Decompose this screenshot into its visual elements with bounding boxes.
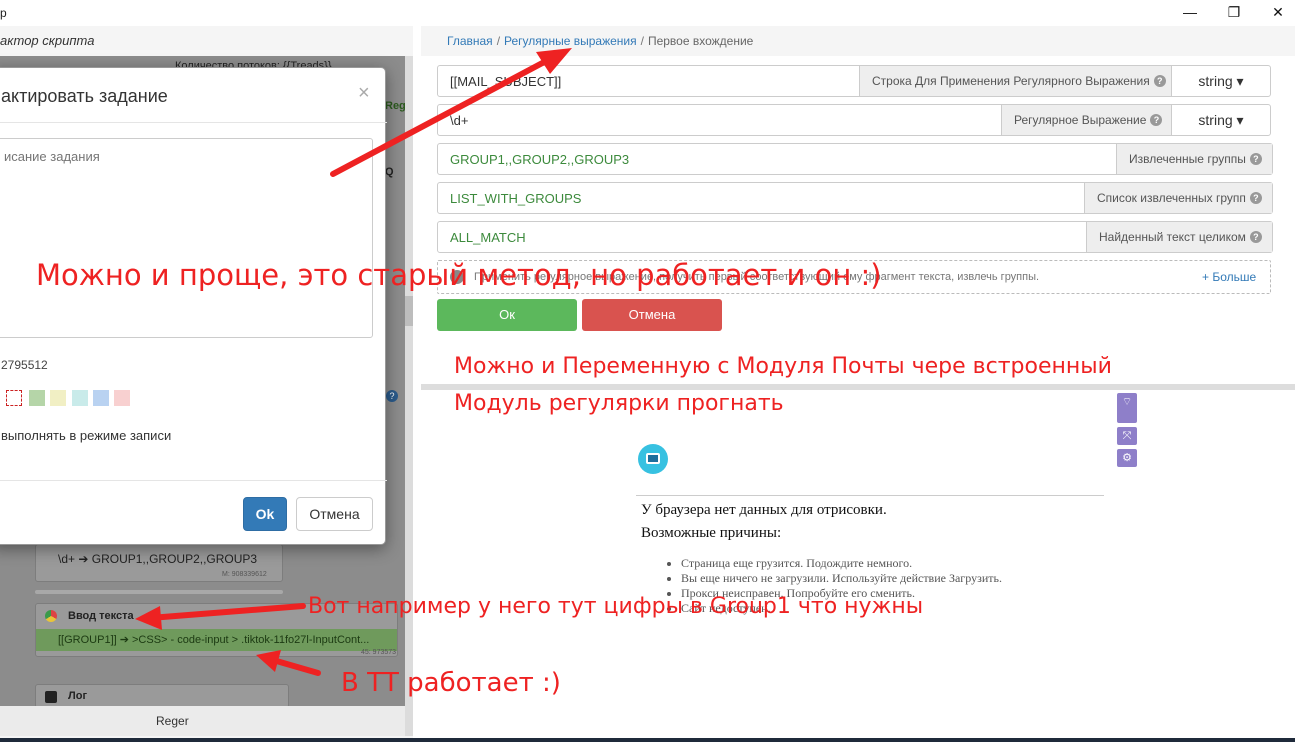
modal-cancel-button[interactable]: Отмена: [296, 497, 373, 531]
log-node-title: Лог: [68, 690, 88, 702]
color-swatch-cyan[interactable]: [72, 390, 88, 406]
help-icon[interactable]: ?: [1153, 75, 1166, 87]
color-swatch-green[interactable]: [29, 390, 45, 406]
action-settings-panel: Главная / Регулярные выражения / Первое вхож…: [421, 26, 1295, 742]
regex-value[interactable]: \d+: [450, 113, 468, 128]
reasons-title: Возможные причины:: [641, 525, 782, 541]
list-item: Страница еще грузится. Подождите немного…: [681, 556, 1002, 571]
input-string-value[interactable]: [[MAIL_SUBJECT]]: [450, 74, 561, 89]
help-icon[interactable]: ?: [1150, 114, 1163, 126]
groups-list-value[interactable]: LIST_WITH_GROUPS: [450, 191, 581, 206]
color-swatch-none[interactable]: [6, 390, 22, 406]
color-swatch-blue[interactable]: [93, 390, 109, 406]
bottom-reger-label: Reger: [156, 714, 189, 728]
log-node[interactable]: Лог: [35, 684, 289, 708]
regex-row[interactable]: \d+ Регулярное Выражение? string ▾: [437, 104, 1271, 136]
editor-bottom-bar: Reger: [0, 706, 405, 736]
all-match-label: Найденный текст целиком?: [1086, 222, 1272, 252]
bg-help-icon[interactable]: ?: [386, 390, 398, 402]
wifi-icon[interactable]: ⌔: [1117, 393, 1137, 423]
all-match-row[interactable]: ALL_MATCH Найденный текст целиком?: [437, 221, 1273, 253]
help-icon[interactable]: ?: [1249, 192, 1262, 204]
action-cancel-button[interactable]: Отмена: [582, 299, 722, 331]
modal-title: актировать задание: [1, 86, 168, 106]
record-mode-label[interactable]: выполнять в режиме записи: [1, 428, 171, 443]
bg-reg-label: Reg: [385, 100, 406, 112]
left-scrollbar[interactable]: [405, 56, 413, 736]
script-editor-caption: актор скрипта: [0, 33, 95, 48]
modal-ok-button[interactable]: Ok: [243, 497, 287, 531]
groups-value[interactable]: GROUP1,,GROUP2,,GROUP3: [450, 152, 629, 167]
breadcrumb-current: Первое вхождение: [647, 34, 754, 48]
maximize-button[interactable]: ❐: [1219, 3, 1249, 23]
modal-footer-divider: [0, 480, 387, 481]
regex-node-text: \d+ ➔ GROUP1,,GROUP2,,GROUP3: [58, 552, 258, 566]
modal-header-divider: [0, 122, 387, 123]
text-input-node-body: [[GROUP1]] ➔ >CSS> - code-input > .tikto…: [36, 629, 397, 651]
help-icon[interactable]: ?: [1249, 153, 1262, 165]
window-titlebar: р — ❐ ✕: [0, 0, 1295, 26]
panel-divider[interactable]: [421, 384, 1295, 390]
browser-logo-icon: [638, 444, 668, 474]
action-ok-button[interactable]: Ок: [437, 299, 577, 331]
groups-list-row[interactable]: LIST_WITH_GROUPS Список извлеченных груп…: [437, 182, 1273, 214]
list-item: Вы еще ничего не загрузили. Используйте …: [681, 571, 1002, 586]
regex-node[interactable]: \d+ ➔ GROUP1,,GROUP2,,GROUP3 М: 90833961…: [35, 544, 283, 582]
help-icon[interactable]: ?: [1249, 231, 1262, 243]
chrome-icon: [45, 610, 57, 622]
groups-row[interactable]: GROUP1,,GROUP2,,GROUP3 Извлеченные групп…: [437, 143, 1273, 175]
color-swatch-yellow[interactable]: [50, 390, 66, 406]
all-match-value[interactable]: ALL_MATCH: [450, 230, 526, 245]
browser-msg-divider: [636, 495, 1104, 496]
input-string-type-dropdown[interactable]: string ▾: [1171, 66, 1270, 96]
annotation-mail-variable-1: Можно и Переменную с Модуля Почты чере в…: [454, 354, 1112, 379]
collapse-icon[interactable]: ⤧: [1117, 427, 1137, 445]
bg-search-icon[interactable]: Q: [385, 166, 394, 178]
text-input-node-title: Ввод текста: [68, 610, 134, 622]
groups-label: Извлеченные группы?: [1116, 144, 1272, 174]
groups-list-label: Список извлеченных групп?: [1084, 183, 1272, 213]
regex-label: Регулярное Выражение?: [1001, 105, 1171, 135]
breadcrumb: Главная / Регулярные выражения / Первое вхож…: [447, 34, 754, 48]
annotation-mail-variable-2: Модуль регулярки прогнать: [454, 391, 784, 416]
left-scrollbar-thumb[interactable]: [405, 296, 413, 326]
breadcrumb-regex[interactable]: Регулярные выражения: [504, 34, 637, 48]
regex-node-id: М: 908339612: [222, 571, 267, 578]
close-window-button[interactable]: ✕: [1263, 3, 1293, 23]
text-input-node-id: 45: 973573: [361, 649, 397, 656]
log-icon: [45, 691, 57, 703]
minimize-button[interactable]: —: [1175, 3, 1205, 23]
breadcrumb-home[interactable]: Главная: [447, 34, 493, 48]
annotation-digits-in-group1: Вот например у него тут цифры в Group1 ч…: [308, 594, 924, 619]
modal-close-icon[interactable]: ×: [358, 82, 370, 105]
color-swatch-pink[interactable]: [114, 390, 130, 406]
task-id: 2795512: [1, 358, 48, 372]
edit-task-modal: актировать задание × 2795512 выполнять в…: [0, 67, 387, 545]
input-string-row[interactable]: [[MAIL_SUBJECT]] Строка Для Применения Р…: [437, 65, 1271, 97]
no-data-text: У браузера нет данных для отрисовки.: [641, 502, 887, 518]
regex-type-dropdown[interactable]: string ▾: [1171, 105, 1270, 135]
text-input-node-text: [[GROUP1]] ➔ >CSS> - code-input > .tikto…: [58, 634, 370, 646]
input-string-label: Строка Для Применения Регулярного Выраже…: [859, 66, 1171, 96]
more-link[interactable]: + Больше: [1202, 270, 1256, 284]
taskbar-strip: [0, 738, 1295, 742]
window-title: р: [0, 6, 7, 20]
annotation-simpler-method: Можно и проще, это старый метод, но рабо…: [36, 258, 882, 292]
node-connector: [35, 590, 283, 594]
settings-gear-icon[interactable]: ⚙: [1117, 449, 1137, 467]
task-description-input[interactable]: [0, 138, 373, 338]
annotation-works-in-tt: В ТТ работает :): [341, 668, 561, 698]
